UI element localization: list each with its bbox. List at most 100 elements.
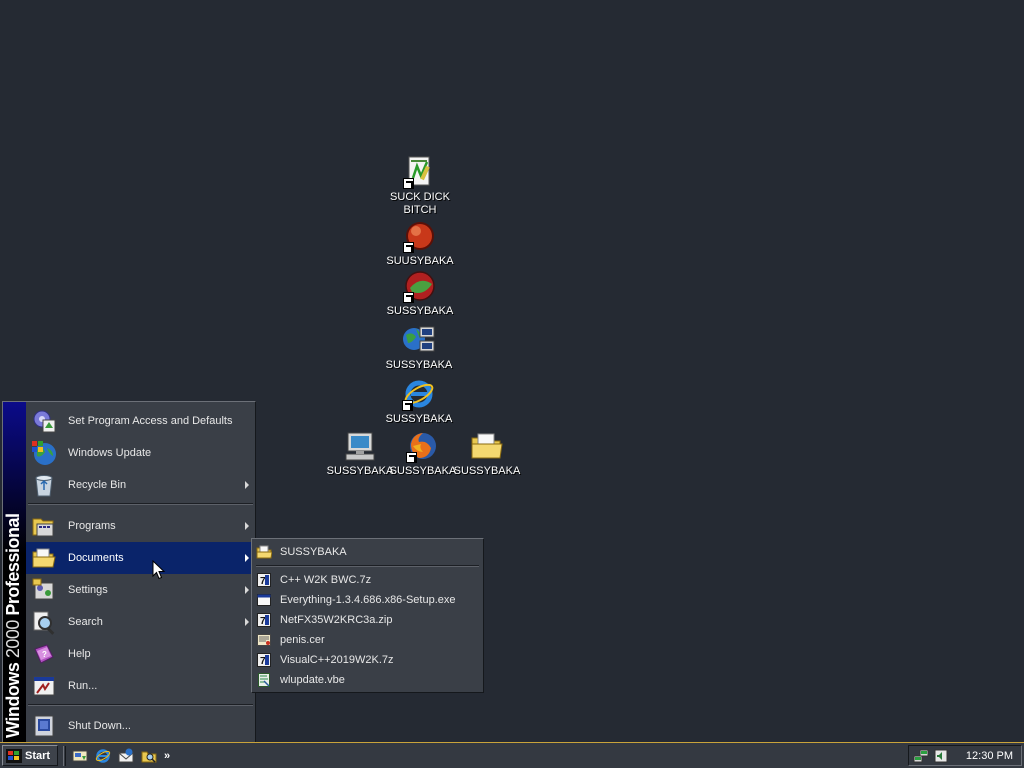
banner-windows: Windows xyxy=(3,662,23,738)
menu-item-label: Recycle Bin xyxy=(68,479,127,491)
doc-item-label: VisualC++2019W2K.7z xyxy=(280,654,394,666)
svg-text:?: ? xyxy=(42,650,47,659)
script-icon xyxy=(256,672,272,688)
desktop-icon-label: SUSSYBAKA xyxy=(386,305,454,317)
menu-separator xyxy=(256,565,479,567)
quick-launch-grip[interactable] xyxy=(63,745,66,766)
settings-icon xyxy=(30,576,58,604)
doc-item-cpp-w2k-bwc[interactable]: 7 C++ W2K BWC.7z xyxy=(252,570,483,590)
documents-submenu: SUSSYBAKA 7 C++ W2K BWC.7z Everything-1.… xyxy=(251,538,484,693)
doc-item-label: C++ W2K BWC.7z xyxy=(280,574,372,586)
system-tray: 12:30 PM xyxy=(908,745,1022,766)
start-button[interactable]: Start xyxy=(2,745,58,766)
menu-item-set-program-access[interactable]: Set Program Access and Defaults xyxy=(26,405,255,437)
network-places-icon xyxy=(402,323,436,357)
menu-item-windows-update[interactable]: Windows Update xyxy=(26,437,255,469)
doc-item-label: NetFX35W2KRC3a.zip xyxy=(280,614,393,626)
clock[interactable]: 12:30 PM xyxy=(966,750,1013,762)
taskbar: Start » 12:30 PM xyxy=(0,742,1024,768)
red-ball-shortcut-icon xyxy=(403,219,437,253)
windows-flag-icon xyxy=(6,748,22,763)
shut-down-icon xyxy=(30,712,58,740)
menu-item-recycle-bin[interactable]: Recycle Bin xyxy=(26,469,255,501)
notepad-shortcut-icon xyxy=(403,155,437,189)
banner-version: 2000 xyxy=(3,620,23,659)
menu-item-label: Shut Down... xyxy=(68,720,131,732)
doc-item-penis-cer[interactable]: penis.cer xyxy=(252,630,483,650)
my-computer-icon xyxy=(343,429,377,463)
desktop-icon-label: SUSSYBAKA xyxy=(385,413,453,425)
firefox-shortcut-icon xyxy=(406,429,440,463)
desktop-icon-label: SUCK DICK BITCH xyxy=(390,191,450,216)
exe-window-icon xyxy=(256,592,272,608)
doc-item-sussybaka-folder[interactable]: SUSSYBAKA xyxy=(252,542,483,562)
desktop-icon-suck-dick-bitch[interactable]: SUCK DICK BITCH xyxy=(380,155,460,217)
internet-explorer-shortcut-icon xyxy=(402,377,436,411)
desktop-icon-sussybaka-3[interactable]: SUSSYBAKA xyxy=(379,377,459,426)
network-tray-icon[interactable] xyxy=(913,748,929,764)
windows-update-icon xyxy=(30,439,58,467)
start-label: Start xyxy=(25,749,51,762)
explorer-icon[interactable] xyxy=(140,747,158,765)
desktop-icon-suusybaka[interactable]: SUUSYBAKA xyxy=(380,219,460,268)
menu-item-help[interactable]: ? Help xyxy=(26,638,255,670)
start-menu: Windows 2000 Professional Set Program Ac… xyxy=(2,401,256,743)
doc-item-label: SUSSYBAKA xyxy=(280,546,347,558)
submenu-arrow-icon xyxy=(245,481,249,489)
run-icon xyxy=(30,672,58,700)
menu-item-label: Run... xyxy=(68,680,98,692)
menu-item-label: Search xyxy=(68,616,103,628)
desktop-icon-sussybaka-2[interactable]: SUSSYBAKA xyxy=(379,323,459,372)
menu-separator xyxy=(28,704,253,706)
show-desktop-icon[interactable] xyxy=(71,747,89,765)
outlook-express-icon[interactable] xyxy=(117,747,135,765)
mouse-cursor-icon xyxy=(152,559,166,583)
submenu-arrow-icon xyxy=(245,618,249,626)
search-icon xyxy=(30,608,58,636)
desktop-icon-sussybaka-1[interactable]: SUSSYBAKA xyxy=(380,269,460,318)
doc-item-label: wlupdate.vbe xyxy=(280,674,345,686)
doc-item-wlupdate-vbe[interactable]: wlupdate.vbe xyxy=(252,670,483,690)
menu-item-label: Programs xyxy=(68,520,116,532)
recycle-bin-icon xyxy=(30,471,58,499)
volume-tray-icon[interactable] xyxy=(933,748,949,764)
menu-item-settings[interactable]: Settings xyxy=(26,574,255,606)
documents-folder-icon xyxy=(30,544,58,572)
submenu-arrow-icon xyxy=(245,522,249,530)
menu-item-label: Windows Update xyxy=(68,447,152,459)
doc-item-label: Everything-1.3.4.686.x86-Setup.exe xyxy=(280,594,456,606)
doc-item-netfx35[interactable]: 7 NetFX35W2KRC3a.zip xyxy=(252,610,483,630)
green-red-disc-shortcut-icon xyxy=(403,269,437,303)
desktop-icon-label: SUSSYBAKA xyxy=(453,465,521,477)
programs-folder-icon xyxy=(30,512,58,540)
menu-item-documents[interactable]: Documents xyxy=(26,542,255,574)
7z-archive-icon: 7 xyxy=(256,652,272,668)
start-menu-banner: Windows 2000 Professional xyxy=(3,402,26,742)
certificate-icon xyxy=(256,632,272,648)
submenu-arrow-icon xyxy=(245,586,249,594)
menu-item-label: Settings xyxy=(68,584,108,596)
doc-item-everything-setup[interactable]: Everything-1.3.4.686.x86-Setup.exe xyxy=(252,590,483,610)
help-book-icon: ? xyxy=(30,640,58,668)
menu-separator xyxy=(28,503,253,505)
desktop-icon-sussybaka-6[interactable]: SUSSYBAKA xyxy=(447,429,527,478)
menu-item-label: Help xyxy=(68,648,91,660)
menu-item-search[interactable]: Search xyxy=(26,606,255,638)
desktop-icon-label: SUSSYBAKA xyxy=(385,359,453,371)
menu-item-run[interactable]: Run... xyxy=(26,670,255,702)
folder-icon xyxy=(256,544,272,560)
my-documents-folder-icon xyxy=(470,429,504,463)
doc-item-label: penis.cer xyxy=(280,634,325,646)
zip-archive-icon: 7 xyxy=(256,612,272,628)
banner-edition: Professional xyxy=(3,513,23,616)
submenu-arrow-icon xyxy=(245,554,249,562)
doc-item-visualcpp-2019[interactable]: 7 VisualC++2019W2K.7z xyxy=(252,650,483,670)
menu-item-label: Set Program Access and Defaults xyxy=(68,415,233,427)
start-menu-items: Set Program Access and Defaults Windows … xyxy=(26,402,255,742)
internet-explorer-icon[interactable] xyxy=(94,747,112,765)
quick-launch-more-button[interactable]: » xyxy=(164,750,170,762)
menu-item-programs[interactable]: Programs xyxy=(26,510,255,542)
menu-item-shut-down[interactable]: Shut Down... xyxy=(26,710,255,742)
7z-archive-icon: 7 xyxy=(256,572,272,588)
program-access-icon xyxy=(30,407,58,435)
